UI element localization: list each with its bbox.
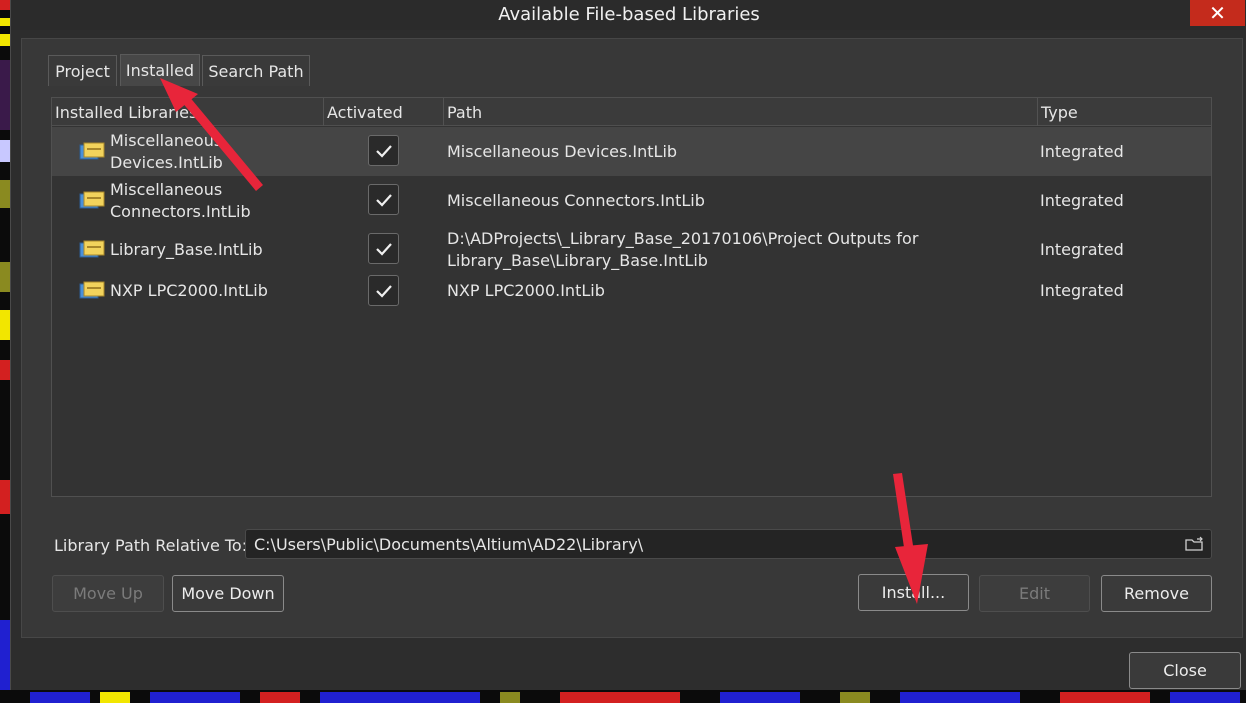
pcb-background-bottom (0, 690, 1246, 703)
library-folder-icon (79, 191, 105, 209)
library-path: Miscellaneous Devices.IntLib (447, 141, 678, 161)
library-name-cont: Devices.IntLib (110, 152, 223, 172)
column-header-path[interactable]: Path (444, 98, 1038, 126)
title-bar: Available File-based Libraries ✕ (11, 0, 1246, 30)
library-path-input[interactable] (245, 529, 1212, 559)
activated-checkbox[interactable] (368, 184, 399, 215)
remove-button[interactable]: Remove (1101, 575, 1212, 612)
install-button[interactable]: Install... (858, 574, 969, 611)
library-type: Integrated (1040, 141, 1124, 161)
library-name: NXP LPC2000.IntLib (110, 281, 268, 300)
activated-checkbox[interactable] (368, 135, 399, 166)
available-libraries-dialog: Available File-based Libraries ✕ Project… (10, 0, 1246, 690)
tab-search-path[interactable]: Search Path (202, 55, 310, 86)
table-row[interactable]: NXP LPC2000.IntLib NXP LPC2000.IntLib In… (52, 274, 1211, 310)
table-row[interactable]: Library_Base.IntLib D:\ADProjects\_Libra… (52, 225, 1211, 274)
installed-libraries-table: Installed Libraries Activated Path Type … (51, 97, 1212, 497)
column-header-activated[interactable]: Activated (324, 98, 444, 126)
library-folder-icon (79, 281, 105, 299)
library-path: NXP LPC2000.IntLib (447, 281, 605, 300)
pcb-background (0, 0, 10, 703)
table-row[interactable]: Miscellaneous Devices.IntLib Miscellaneo… (52, 127, 1211, 176)
library-name: Miscellaneous (110, 130, 223, 150)
check-icon (375, 144, 392, 158)
move-up-button[interactable]: Move Up (52, 575, 164, 612)
close-window-button[interactable]: ✕ (1190, 0, 1245, 26)
library-type: Integrated (1040, 239, 1124, 259)
library-folder-icon (79, 142, 105, 160)
browse-folder-button[interactable] (1182, 533, 1208, 555)
table-row[interactable]: Miscellaneous Connectors.IntLib Miscella… (52, 176, 1211, 225)
check-icon (375, 284, 392, 298)
library-type: Integrated (1040, 190, 1124, 210)
library-folder-icon (79, 240, 105, 258)
library-type: Integrated (1040, 281, 1124, 300)
check-icon (375, 193, 392, 207)
close-button[interactable]: Close (1129, 652, 1241, 689)
activated-checkbox[interactable] (368, 233, 399, 264)
library-name-cont: Connectors.IntLib (110, 201, 251, 221)
check-icon (375, 242, 392, 256)
close-icon: ✕ (1209, 1, 1226, 25)
dialog-title: Available File-based Libraries (498, 4, 760, 25)
library-name: Library_Base.IntLib (110, 239, 263, 259)
tab-project[interactable]: Project (48, 55, 117, 86)
library-name: Miscellaneous (110, 179, 223, 199)
move-down-button[interactable]: Move Down (172, 575, 284, 612)
edit-button[interactable]: Edit (979, 575, 1090, 612)
tab-installed[interactable]: Installed (120, 54, 200, 86)
folder-browse-icon (1185, 536, 1203, 551)
library-path-cont: Library_Base\Library_Base.IntLib (447, 250, 708, 270)
library-path: D:\ADProjects\_Library_Base_20170106\Pro… (447, 228, 919, 248)
column-header-type[interactable]: Type (1038, 98, 1211, 126)
activated-checkbox[interactable] (368, 275, 399, 306)
library-path: Miscellaneous Connectors.IntLib (447, 190, 705, 210)
column-header-installed-libraries[interactable]: Installed Libraries (52, 98, 324, 126)
installed-tab-panel: Project Installed Search Path Installed … (21, 38, 1243, 638)
table-header: Installed Libraries Activated Path Type (52, 98, 1211, 126)
library-path-label: Library Path Relative To: (54, 536, 248, 555)
